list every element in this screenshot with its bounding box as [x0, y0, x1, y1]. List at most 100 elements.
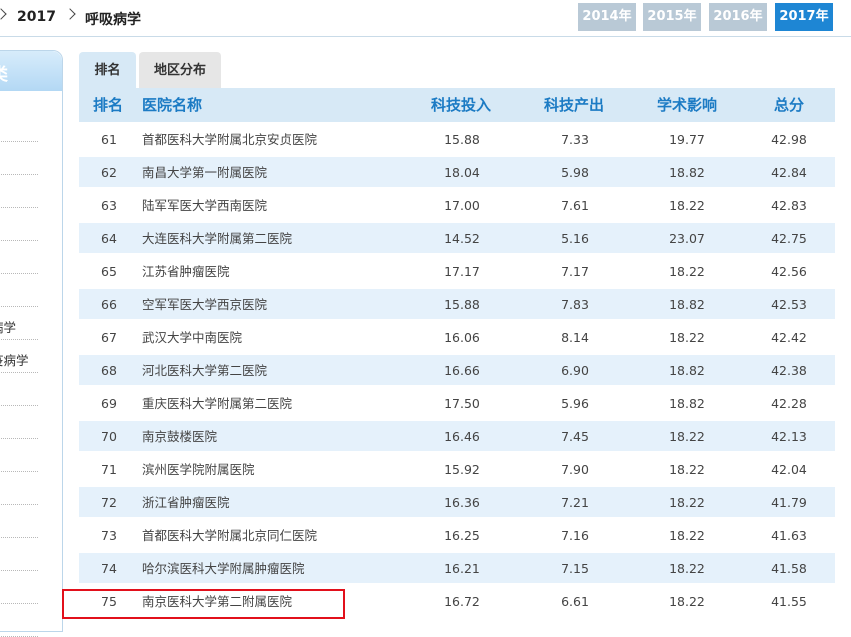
- chevron-right-icon: [0, 8, 7, 20]
- tech-output-cell: 8.14: [561, 330, 589, 345]
- table-row: 61 首都医科大学附属北京安贞医院 15.88 7.33 19.77 42.98: [79, 124, 835, 157]
- table-row: 70 南京鼓楼医院 16.46 7.45 18.22 42.13: [79, 421, 835, 454]
- total-cell: 42.38: [771, 363, 807, 378]
- tech-output-cell: 7.16: [561, 528, 589, 543]
- sidebar-item[interactable]: 疫病学: [0, 350, 29, 369]
- total-cell: 42.42: [771, 330, 807, 345]
- tech-output-cell: 7.17: [561, 264, 589, 279]
- hospital-name-cell[interactable]: 南昌大学第一附属医院: [142, 157, 267, 187]
- tech-output-cell: 6.90: [561, 363, 589, 378]
- total-cell: 42.75: [771, 231, 807, 246]
- year-button-2017[interactable]: 2017年: [775, 3, 833, 31]
- hospital-name-cell[interactable]: 哈尔滨医科大学附属肿瘤医院: [142, 553, 305, 583]
- academic-cell: 18.22: [669, 198, 705, 213]
- sidebar-item[interactable]: 病学: [0, 317, 16, 336]
- rank-cell: 62: [101, 165, 117, 180]
- table-row: 69 重庆医科大学附属第二医院 17.50 5.96 18.82 42.28: [79, 388, 835, 421]
- hospital-name-cell[interactable]: 武汉大学中南医院: [142, 322, 242, 352]
- year-button-2015[interactable]: 2015年: [643, 3, 701, 31]
- rank-cell: 63: [101, 198, 117, 213]
- sidebar-divider: [0, 240, 38, 241]
- hospital-name-cell[interactable]: 首都医科大学附属北京同仁医院: [142, 520, 317, 550]
- sidebar-divider: [0, 339, 38, 340]
- tech-output-cell: 6.61: [561, 594, 589, 609]
- table-row: 73 首都医科大学附属北京同仁医院 16.25 7.16 18.22 41.63: [79, 520, 835, 553]
- tech-input-cell: 16.46: [444, 429, 480, 444]
- tech-input-cell: 14.52: [444, 231, 480, 246]
- top-bar: 2017 呼吸病学 2014年 2015年 2016年 2017年: [0, 0, 851, 37]
- rank-cell: 61: [101, 132, 117, 147]
- header-total: 总分: [774, 96, 805, 114]
- rank-cell: 72: [101, 495, 117, 510]
- table-header: 排名 医院名称 科技投入 科技产出 学术影响 总分: [79, 88, 835, 122]
- rank-cell: 69: [101, 396, 117, 411]
- total-cell: 42.28: [771, 396, 807, 411]
- sidebar-divider: [0, 471, 38, 472]
- total-cell: 42.98: [771, 132, 807, 147]
- hospital-name-cell[interactable]: 重庆医科大学附属第二医院: [142, 388, 292, 418]
- academic-cell: 18.22: [669, 495, 705, 510]
- academic-cell: 18.22: [669, 528, 705, 543]
- hospital-name-cell[interactable]: 滨州医学院附属医院: [142, 454, 255, 484]
- academic-cell: 18.82: [669, 165, 705, 180]
- rank-cell: 64: [101, 231, 117, 246]
- tech-input-cell: 16.72: [444, 594, 480, 609]
- total-cell: 42.83: [771, 198, 807, 213]
- tech-output-cell: 7.15: [561, 561, 589, 576]
- tab-ranking[interactable]: 排名: [79, 52, 136, 88]
- hospital-name-cell[interactable]: 南京鼓楼医院: [142, 421, 217, 451]
- hospital-name-cell[interactable]: 大连医科大学附属第二医院: [142, 223, 292, 253]
- tech-output-cell: 5.16: [561, 231, 589, 246]
- tech-input-cell: 16.21: [444, 561, 480, 576]
- sidebar-divider: [0, 603, 38, 604]
- rank-cell: 66: [101, 297, 117, 312]
- total-cell: 42.53: [771, 297, 807, 312]
- table-row: 67 武汉大学中南医院 16.06 8.14 18.22 42.42: [79, 322, 835, 355]
- academic-cell: 18.82: [669, 297, 705, 312]
- hospital-name-cell[interactable]: 江苏省肿瘤医院: [142, 256, 230, 286]
- hospital-name-cell[interactable]: 空军军医大学西京医院: [142, 289, 267, 319]
- tech-output-cell: 7.83: [561, 297, 589, 312]
- tech-output-cell: 5.98: [561, 165, 589, 180]
- tech-input-cell: 15.92: [444, 462, 480, 477]
- tab-region[interactable]: 地区分布: [139, 52, 221, 88]
- tech-input-cell: 18.04: [444, 165, 480, 180]
- tech-input-cell: 16.66: [444, 363, 480, 378]
- year-button-2016[interactable]: 2016年: [709, 3, 767, 31]
- table-row: 72 浙江省肿瘤医院 16.36 7.21 18.22 41.79: [79, 487, 835, 520]
- table-row: 68 河北医科大学第二医院 16.66 6.90 18.82 42.38: [79, 355, 835, 388]
- total-cell: 42.84: [771, 165, 807, 180]
- breadcrumb-year[interactable]: 2017: [17, 9, 56, 25]
- hospital-name-cell[interactable]: 首都医科大学附属北京安贞医院: [142, 124, 317, 154]
- total-cell: 41.79: [771, 495, 807, 510]
- hospital-name-cell[interactable]: 河北医科大学第二医院: [142, 355, 267, 385]
- rank-cell: 67: [101, 330, 117, 345]
- rank-cell: 68: [101, 363, 117, 378]
- tech-input-cell: 17.17: [444, 264, 480, 279]
- sidebar-divider: [0, 141, 38, 142]
- sidebar-divider: [0, 537, 38, 538]
- table-row: 71 滨州医学院附属医院 15.92 7.90 18.22 42.04: [79, 454, 835, 487]
- hospital-name-cell[interactable]: 陆军军医大学西南医院: [142, 190, 267, 220]
- total-cell: 41.55: [771, 594, 807, 609]
- tech-output-cell: 7.21: [561, 495, 589, 510]
- academic-cell: 18.82: [669, 396, 705, 411]
- academic-cell: 18.22: [669, 561, 705, 576]
- table-row: 74 哈尔滨医科大学附属肿瘤医院 16.21 7.15 18.22 41.58: [79, 553, 835, 586]
- rank-cell: 71: [101, 462, 117, 477]
- academic-cell: 18.22: [669, 429, 705, 444]
- tech-output-cell: 7.45: [561, 429, 589, 444]
- tech-output-cell: 7.90: [561, 462, 589, 477]
- rank-cell: 73: [101, 528, 117, 543]
- academic-cell: 18.22: [669, 330, 705, 345]
- year-button-2014[interactable]: 2014年: [578, 3, 636, 31]
- tech-input-cell: 16.06: [444, 330, 480, 345]
- sidebar-divider: [0, 273, 38, 274]
- breadcrumb-section: 呼吸病学: [85, 12, 141, 28]
- total-cell: 42.56: [771, 264, 807, 279]
- header-rank: 排名: [93, 96, 124, 114]
- total-cell: 42.13: [771, 429, 807, 444]
- hospital-name-cell[interactable]: 浙江省肿瘤医院: [142, 487, 230, 517]
- tech-input-cell: 15.88: [444, 297, 480, 312]
- sidebar-divider: [0, 372, 38, 373]
